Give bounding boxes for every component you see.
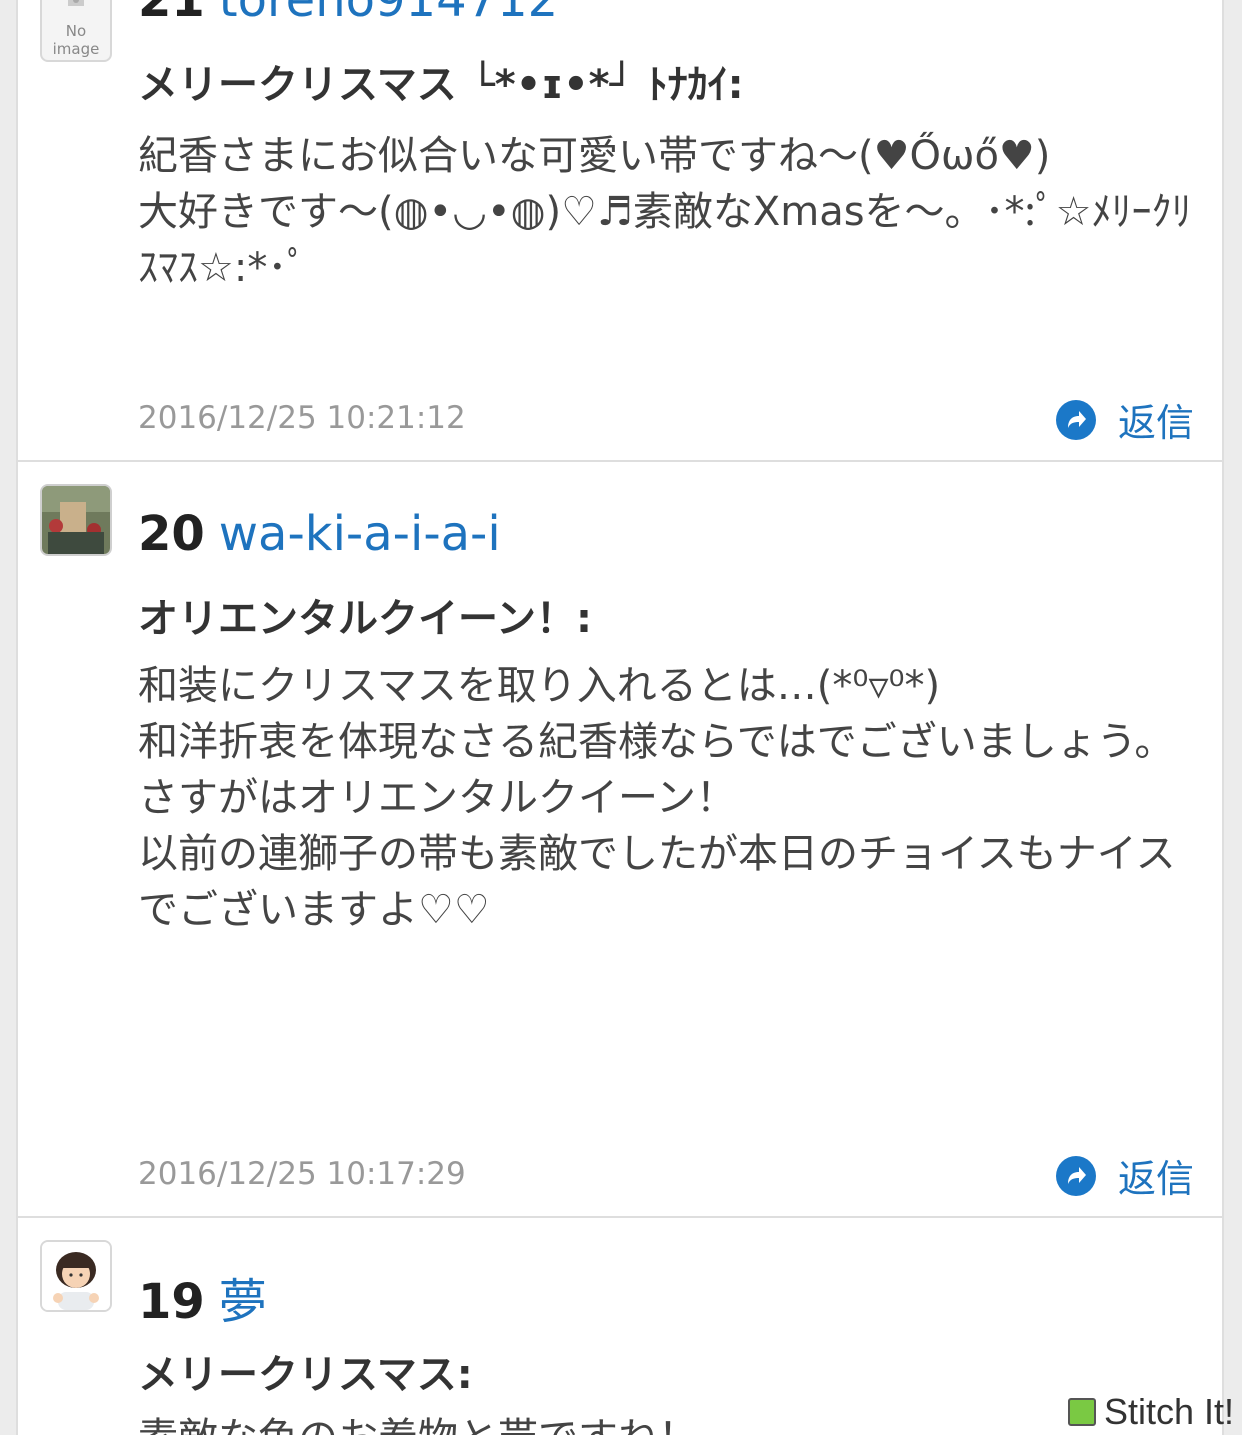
comment-header: 19 夢 [138,1262,267,1332]
girl-avatar-icon [42,1242,110,1310]
comment-number: 19 [138,1274,205,1330]
comment-title: メリークリスマス: [138,1352,473,1398]
comment-timestamp: 2016/12/25 10:17:29 [138,1156,466,1192]
avatar-photo[interactable] [40,484,112,556]
reply-button[interactable]: 返信 [1055,1148,1194,1203]
comment-header: 20 wa-ki-a-i-a-i [138,506,501,562]
comment-body-line: 和洋折衷を体現なさる紀香様ならではでございましょう。 [138,719,1175,765]
comment-item: 19夢 メリークリスマス: 素敵な色のお着物と帯ですね！ [16,1218,1224,1435]
comment-body-line: 素敵な色のお着物と帯ですね！ [138,1410,1200,1435]
reply-arrow-icon [1055,399,1096,440]
comment-body-line: 紀香さまにお似合いな可愛い帯ですね〜(♥Őωő♥) [138,133,1051,179]
comment-body: 紀香さまにお似合いな可愛い帯ですね〜(♥Őωő♥) 大好きです〜(◍•◡•◍)♡… [138,128,1200,296]
comment-item: 20 wa-ki-a-i-a-i オリエンタルクイーン！: 和装にクリスマスを取り… [16,462,1224,1218]
comment-username[interactable]: 夢 [219,1274,267,1330]
comment-body: 素敵な色のお着物と帯ですね！ [138,1410,1200,1435]
reply-label: 返信 [1117,401,1194,445]
reply-arrow-icon [1055,1155,1096,1196]
reply-button[interactable]: 返信 [1055,392,1194,447]
stitch-it-label: Stitch It! [1103,1391,1234,1432]
comment-body-line: 和装にクリスマスを取り入れるとは…(*⁰▿⁰*) [138,663,941,709]
comment-number: 20 [138,506,205,562]
comment-timestamp: 2016/12/25 10:21:12 [138,400,466,436]
stitch-icon [1067,1398,1096,1426]
no-image-label: No image [52,22,100,58]
avatar-cartoon[interactable] [40,1240,112,1312]
comment-body-line: さすがはオリエンタルクイーン！ [138,775,736,821]
avatar-no-image[interactable]: No image [40,0,112,62]
comment-item: No image 21 toreno914712 メリークリスマス └*•ɪ•*┘… [16,0,1224,462]
comment-title: メリークリスマス └*•ɪ•*┘ ﾄﾅｶｲ: [138,62,744,108]
photo-thumbnail-icon [42,486,110,554]
comment-header: 21 toreno914712 [138,0,558,28]
comment-body: 和装にクリスマスを取り入れるとは…(*⁰▿⁰*) 和洋折衷を体現なさる紀香様なら… [138,658,1200,938]
comment-username[interactable]: toreno914712 [219,0,558,28]
reply-label: 返信 [1117,1157,1194,1201]
comment-title: オリエンタルクイーン！: [138,596,592,642]
comment-body-line: 大好きです〜(◍•◡•◍)♡♬素敵なXmasを〜。･*:ﾟ☆ﾒﾘｰｸﾘｽﾏｽ☆:… [138,189,1192,291]
stitch-it-watermark: Stitch It! [1067,1391,1234,1433]
comment-number: 21 [138,0,205,28]
comment-body-line: 以前の連獅子の帯も素敵でしたが本日のチョイスもナイスでございますよ♡♡ [138,831,1176,933]
comment-username[interactable]: wa-ki-a-i-a-i [219,506,501,562]
